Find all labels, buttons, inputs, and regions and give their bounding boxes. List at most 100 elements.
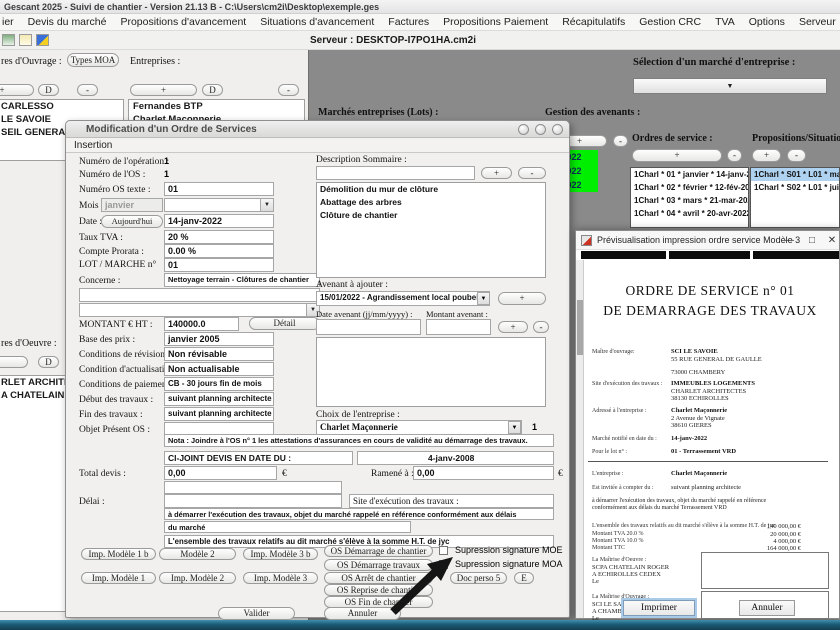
cijoint-devis-box[interactable]: CI-JOINT DEVIS EN DATE DU :: [164, 451, 353, 465]
avenant-combo[interactable]: 15/01/2022 - Agrandissement local poubel…: [316, 291, 490, 306]
devis-extra-input[interactable]: [164, 481, 342, 494]
avenants-detail-list[interactable]: [316, 337, 546, 407]
concerne-extra-input[interactable]: [79, 288, 320, 302]
moa-add-button[interactable]: +: [0, 84, 34, 96]
avenant-row-remove-button[interactable]: -: [533, 321, 549, 333]
moa-d-button[interactable]: D: [38, 84, 59, 96]
condition-actualisation-input[interactable]: Non actualisable: [164, 362, 274, 376]
choix-entreprise-combo[interactable]: Charlet Maçonnerie: [316, 420, 522, 435]
propositions-list[interactable]: 1Charl * S01 * L01 * mai 1Charl * S02 * …: [750, 167, 840, 228]
avenant-add-to-os-button[interactable]: +: [498, 292, 546, 305]
description-input[interactable]: [316, 166, 475, 180]
base-prix-input[interactable]: janvier 2005: [164, 332, 274, 346]
marche-entreprise-dropdown[interactable]: ▼: [633, 78, 827, 94]
dialog-close-button[interactable]: [552, 124, 563, 135]
menu-serveur[interactable]: Serveur: [799, 16, 836, 28]
date-input[interactable]: 14-janv-2022: [164, 214, 274, 228]
entreprise-add-button[interactable]: +: [130, 84, 197, 96]
preview-toolbar-segment[interactable]: [753, 251, 839, 259]
minimize-icon[interactable]: —: [781, 231, 797, 250]
list-item[interactable]: Fernandes BTP: [129, 100, 304, 113]
menu-propositions-paiement[interactable]: Propositions Paiement: [443, 16, 548, 28]
preview-annuler-button[interactable]: Annuler: [739, 600, 795, 616]
list-item[interactable]: Clôture de chantier: [317, 209, 545, 222]
moa-remove-button[interactable]: -: [77, 84, 98, 96]
concerne-input[interactable]: Nettoyage terrain - Clôtures de chantier: [164, 273, 320, 287]
chevron-down-icon[interactable]: ▼: [508, 421, 521, 434]
menu-options[interactable]: Options: [749, 16, 785, 28]
close-icon[interactable]: ✕: [824, 231, 840, 250]
props-remove-button[interactable]: -: [787, 149, 806, 162]
ordres-service-list[interactable]: 1Charl * 01 * janvier * 14-janv-2 1Charl…: [630, 167, 749, 228]
date-avenant-input[interactable]: [316, 319, 421, 335]
types-moa-button[interactable]: Types MOA: [67, 53, 119, 67]
save-icon[interactable]: [2, 34, 15, 46]
menu-tva[interactable]: TVA: [715, 16, 735, 28]
list-item[interactable]: 1Charl * 01 * janvier * 14-janv-2: [631, 168, 748, 181]
mois-combo[interactable]: ▼: [164, 198, 274, 212]
copy-icon[interactable]: [19, 34, 32, 46]
menu-propositions-avancement[interactable]: Propositions d'avancement: [120, 16, 246, 28]
list-item[interactable]: 1Charl * 02 * février * 12-fév-20: [631, 181, 748, 194]
entreprise-remove-button[interactable]: -: [278, 84, 299, 96]
imprimer-button[interactable]: Imprimer: [623, 600, 695, 616]
debut-travaux-input[interactable]: suivant planning architecte: [164, 392, 274, 406]
fin-travaux-input[interactable]: suivant planning architecte: [164, 407, 274, 421]
chevron-down-icon[interactable]: ▼: [260, 199, 273, 211]
tools-icon[interactable]: [36, 34, 49, 46]
list-item[interactable]: 1Charl * 04 * avril * 20-avr-2022: [631, 207, 748, 220]
valider-button[interactable]: Valider: [218, 607, 295, 620]
description-add-button[interactable]: +: [481, 167, 512, 179]
entreprise-d-button[interactable]: D: [202, 84, 223, 96]
compte-prorata-input[interactable]: 0.00 %: [164, 244, 274, 258]
description-remove-button[interactable]: -: [518, 167, 546, 179]
detail-button[interactable]: Détail: [249, 317, 320, 330]
maximize-icon[interactable]: □: [804, 231, 820, 250]
list-item[interactable]: 1Charl * S02 * L01 * juille: [751, 181, 839, 194]
montant-avenant-input[interactable]: [426, 319, 491, 335]
lot-marche-input[interactable]: 01: [164, 258, 274, 272]
today-button[interactable]: Aujourd'hui: [101, 215, 163, 228]
oeuvre-add-button[interactable]: +: [0, 356, 28, 368]
list-item[interactable]: Démolition du mur de clôture: [317, 183, 545, 196]
os-add-button[interactable]: +: [632, 149, 722, 162]
dialog-minimize-button[interactable]: [518, 124, 529, 135]
imp-modele-3b-button[interactable]: Imp. Modèle 3 b: [243, 548, 318, 560]
preview-titlebar[interactable]: Prévisualisation impression ordre servic…: [576, 231, 839, 250]
chevron-down-icon[interactable]: ▼: [477, 292, 490, 305]
menu-situations-avancement[interactable]: Situations d'avancement: [260, 16, 374, 28]
preview-toolbar-segment[interactable]: [669, 251, 750, 259]
menu-recapitulatifs[interactable]: Récapitulatifs: [562, 16, 625, 28]
preview-toolbar-segment[interactable]: [581, 251, 666, 259]
dialog-menu-insertion[interactable]: Insertion: [74, 140, 112, 151]
oeuvre-d-button[interactable]: D: [38, 356, 59, 368]
ramene-input[interactable]: 0,00: [413, 466, 554, 480]
concerne-combo[interactable]: ▼: [79, 303, 320, 317]
scrollbar-thumb[interactable]: [577, 300, 583, 355]
list-item-selected[interactable]: 1Charl * S01 * L01 * mai: [751, 168, 839, 181]
conditions-revision-input[interactable]: Non révisable: [164, 347, 274, 361]
list-item[interactable]: 1Charl * 03 * mars * 21-mar-202: [631, 194, 748, 207]
conditions-paiement-input[interactable]: CB - 30 jours fin de mois: [164, 377, 274, 391]
list-item[interactable]: RLET ARCHITECT: [0, 376, 68, 389]
list-item[interactable]: A CHATELAIN RO: [0, 389, 68, 402]
taskbar[interactable]: [0, 620, 840, 630]
list-item[interactable]: Abattage des arbres: [317, 196, 545, 209]
montant-ht-input[interactable]: 140000.0: [164, 317, 239, 331]
site-execution-box[interactable]: Site d'exécution des travaux :: [349, 494, 554, 508]
modele-2-button[interactable]: Modèle 2: [159, 548, 236, 560]
imp-modele-1-button[interactable]: Imp. Modèle 1: [81, 572, 156, 584]
imp-modele-1b-button[interactable]: Imp. Modèle 1 b: [81, 548, 156, 560]
list-item[interactable]: CARLESSO: [0, 100, 123, 113]
os-texte-input[interactable]: 01: [164, 182, 274, 196]
avenant-row-add-button[interactable]: +: [498, 321, 528, 333]
menu-devis-du-marche[interactable]: Devis du marché: [28, 16, 107, 28]
imp-modele-2-button[interactable]: Imp. Modèle 2: [159, 572, 236, 584]
menu-chantier[interactable]: ier: [2, 16, 14, 28]
taux-tva-input[interactable]: 20 %: [164, 230, 274, 244]
description-list[interactable]: Démolition du mur de clôture Abattage de…: [316, 182, 546, 278]
menu-gestion-crc[interactable]: Gestion CRC: [639, 16, 701, 28]
dialog-titlebar[interactable]: Modification d'un Ordre de Services: [66, 121, 569, 138]
preview-scrollbar[interactable]: [576, 260, 584, 618]
e-button[interactable]: E: [514, 572, 534, 584]
